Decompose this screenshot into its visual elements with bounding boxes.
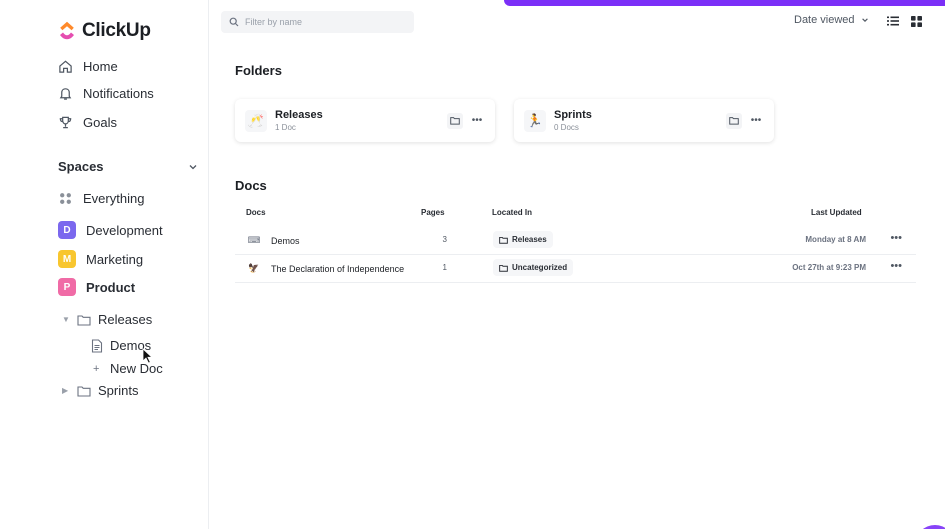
- nav-home-label: Home: [83, 59, 118, 74]
- doc-location-chip[interactable]: Uncategorized: [493, 259, 574, 276]
- clickup-logo-icon: [60, 21, 74, 40]
- folder-card-sprints-name: Sprints: [554, 109, 592, 121]
- runner-icon: 🏃: [524, 109, 546, 132]
- nav-goals-label: Goals: [83, 115, 117, 130]
- sort-label: Date viewed: [794, 14, 855, 26]
- folder-card-releases-name: Releases: [275, 109, 323, 121]
- space-product[interactable]: P Product: [58, 278, 135, 296]
- app-name: ClickUp: [82, 20, 151, 41]
- tree-folder-releases[interactable]: ▼ Releases: [62, 312, 152, 327]
- filter-box[interactable]: [221, 11, 414, 33]
- folder-open-button[interactable]: [726, 112, 742, 129]
- doc-last-updated: Oct 27th at 9:23 PM: [792, 263, 866, 272]
- plus-icon: +: [93, 362, 100, 375]
- sidebar: ClickUp Home Notifications Goals Spaces …: [0, 0, 209, 529]
- column-header-last-updated[interactable]: Last Updated: [811, 208, 862, 217]
- space-development[interactable]: D Development: [58, 221, 163, 239]
- filter-input[interactable]: [245, 17, 405, 27]
- folder-icon: [450, 117, 460, 125]
- space-everything-label: Everything: [83, 191, 145, 206]
- doc-location-chip[interactable]: Releases: [493, 231, 553, 248]
- more-options-icon[interactable]: •••: [890, 260, 902, 272]
- folder-card-sprints[interactable]: 🏃 Sprints 0 Docs •••: [514, 99, 774, 142]
- list-view-button[interactable]: [886, 14, 900, 28]
- mouse-cursor-icon: [142, 348, 154, 364]
- more-options-icon[interactable]: •••: [890, 232, 902, 244]
- clinking-glasses-icon: 🥂: [245, 109, 267, 132]
- caret-down-icon[interactable]: ▼: [62, 315, 70, 324]
- column-header-docs[interactable]: Docs: [246, 208, 266, 217]
- space-marketing-label: Marketing: [86, 251, 144, 267]
- grid-view-button[interactable]: [909, 14, 923, 28]
- tree-new-doc-label: New Doc: [110, 361, 163, 376]
- folder-card-sprints-count: 0 Docs: [554, 123, 579, 132]
- chevron-down-icon: [861, 18, 868, 22]
- folder-open-button[interactable]: [447, 112, 463, 129]
- chevron-down-icon[interactable]: [188, 162, 198, 172]
- top-accent-bar: [504, 0, 945, 6]
- bell-icon: [59, 88, 72, 100]
- folder-icon: [77, 385, 91, 397]
- doc-last-updated: Monday at 8 AM: [805, 235, 866, 244]
- folder-icon: [499, 264, 508, 272]
- nav-home[interactable]: Home: [58, 59, 118, 74]
- folder-card-releases[interactable]: 🥂 Releases 1 Doc •••: [235, 99, 495, 142]
- tree-folder-sprints-label: Sprints: [98, 383, 139, 398]
- space-badge-development: D: [58, 221, 76, 239]
- tree-folder-releases-label: Releases: [98, 312, 153, 327]
- folder-icon: [729, 117, 739, 125]
- keyboard-icon: ⌨: [247, 234, 261, 245]
- doc-name[interactable]: The Declaration of Independence: [271, 264, 404, 274]
- space-marketing[interactable]: M Marketing: [58, 250, 143, 268]
- space-badge-product: P: [58, 278, 76, 296]
- doc-name[interactable]: Demos: [271, 236, 300, 246]
- list-view-icon: [887, 16, 899, 26]
- table-row[interactable]: 🦅 The Declaration of Independence 1 Unca…: [235, 255, 916, 283]
- docs-title: Docs: [235, 178, 267, 193]
- column-header-pages[interactable]: Pages: [421, 208, 445, 217]
- space-development-label: Development: [86, 222, 163, 238]
- nav-notifications-label: Notifications: [83, 86, 154, 101]
- spaces-header[interactable]: Spaces: [58, 159, 198, 174]
- clickup-logo[interactable]: ClickUp: [58, 20, 151, 42]
- trophy-icon: [59, 116, 72, 129]
- home-icon: [59, 60, 72, 73]
- document-icon: [91, 338, 103, 353]
- caret-right-icon[interactable]: ▶: [62, 386, 70, 395]
- doc-pages: 3: [442, 235, 447, 244]
- space-product-label: Product: [86, 279, 136, 295]
- main-content: Date viewed Folders 🥂 Releases 1 Doc •••…: [209, 0, 945, 529]
- more-options-icon[interactable]: •••: [748, 113, 764, 129]
- folder-card-releases-count: 1 Doc: [275, 123, 296, 132]
- grid-view-icon: [910, 15, 922, 27]
- column-header-located-in[interactable]: Located In: [492, 208, 532, 217]
- folders-title: Folders: [235, 63, 282, 78]
- doc-pages: 1: [442, 263, 447, 272]
- nav-notifications[interactable]: Notifications: [58, 86, 154, 101]
- more-options-icon[interactable]: •••: [469, 113, 485, 129]
- spaces-label: Spaces: [58, 159, 104, 174]
- eagle-icon: 🦅: [248, 262, 260, 273]
- space-badge-marketing: M: [58, 250, 76, 268]
- doc-location-label: Releases: [512, 235, 547, 244]
- tree-folder-sprints[interactable]: ▶ Sprints: [62, 383, 138, 398]
- search-icon: [229, 17, 239, 27]
- grid-dots-icon: [60, 193, 71, 204]
- nav-goals[interactable]: Goals: [58, 115, 117, 130]
- sort-dropdown[interactable]: Date viewed: [794, 14, 869, 26]
- folder-icon: [499, 236, 508, 244]
- folder-icon: [77, 314, 91, 326]
- space-everything[interactable]: Everything: [58, 191, 144, 206]
- table-row[interactable]: ⌨ Demos 3 Releases Monday at 8 AM •••: [235, 227, 916, 255]
- doc-location-label: Uncategorized: [512, 263, 568, 272]
- corner-accent-shape: [915, 525, 945, 529]
